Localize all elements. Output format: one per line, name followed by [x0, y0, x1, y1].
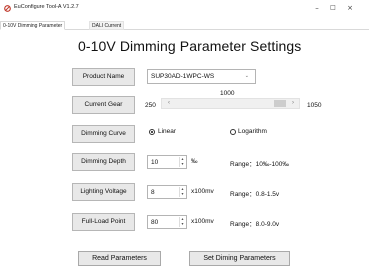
lighting-voltage-input[interactable]: 8 ▲ ▼	[147, 185, 187, 199]
dimming-depth-unit: ‰	[191, 158, 198, 165]
spin-down-icon[interactable]: ▼	[180, 162, 185, 167]
lighting-voltage-range: Range：0.8-1.5v	[230, 191, 280, 198]
dimming-curve-button[interactable]: Dimming Curve	[72, 125, 135, 143]
set-diming-parameters-button[interactable]: Set Diming Parameters	[189, 251, 290, 266]
full-load-point-unit: x100mv	[191, 218, 214, 225]
current-gear-value: 1000	[220, 90, 235, 97]
close-button[interactable]: ×	[344, 3, 356, 13]
dimming-depth-value: 10	[151, 159, 159, 166]
logarithm-radio[interactable]	[230, 129, 236, 135]
spin-down-icon[interactable]: ▼	[180, 222, 185, 227]
tab-bar: 0-10V Dimming Parameter DALI Current	[0, 19, 369, 30]
current-gear-button[interactable]: Current Gear	[72, 96, 135, 114]
dimming-depth-input[interactable]: 10 ▲ ▼	[147, 155, 187, 169]
read-parameters-button[interactable]: Read Parameters	[78, 251, 161, 266]
window-title: EuConfigure Tool-A V1.2.7	[14, 4, 79, 10]
chevron-left-icon[interactable]: ‹	[164, 99, 174, 108]
app-logo-icon	[4, 5, 11, 12]
dimming-depth-range: Range：10‰-100‰	[230, 161, 289, 168]
title-bar: EuConfigure Tool-A V1.2.7 – □ ×	[0, 0, 369, 18]
spin-arrows: ▲ ▼	[179, 157, 185, 167]
current-gear-slider[interactable]: ‹ ›	[161, 98, 300, 109]
tab-0-10v-dimming-parameter[interactable]: 0-10V Dimming Parameter	[0, 21, 66, 30]
full-load-point-range: Range：8.0-9.0v	[230, 221, 280, 228]
slider-thumb[interactable]	[274, 100, 286, 107]
linear-radio[interactable]	[149, 129, 155, 135]
current-gear-max: 1050	[307, 102, 322, 109]
chevron-right-icon[interactable]: ›	[288, 99, 298, 108]
product-select-value: SUP30AD-1WPC-WS	[151, 73, 215, 80]
tab-dali-current[interactable]: DALI Current	[89, 21, 125, 30]
product-select[interactable]: SUP30AD-1WPC-WS ⌄	[147, 69, 256, 84]
page-title: 0-10V Dimming Parameter Settings	[78, 38, 302, 54]
spin-down-icon[interactable]: ▼	[180, 192, 185, 197]
maximize-button[interactable]: □	[327, 3, 339, 13]
lighting-voltage-value: 8	[151, 189, 155, 196]
spin-arrows: ▲ ▼	[179, 217, 185, 227]
product-name-button[interactable]: Product Name	[72, 68, 135, 86]
lighting-voltage-button[interactable]: Lighting Voltage	[72, 183, 135, 201]
current-gear-min: 250	[145, 102, 156, 109]
chevron-down-icon: ⌄	[244, 73, 249, 79]
spin-arrows: ▲ ▼	[179, 187, 185, 197]
linear-label: Linear	[158, 128, 177, 135]
minimize-button[interactable]: –	[311, 3, 323, 13]
full-load-point-value: 80	[151, 219, 159, 226]
full-load-point-button[interactable]: Full-Load Point	[72, 213, 135, 231]
lighting-voltage-unit: x100mv	[191, 188, 214, 195]
dimming-depth-button[interactable]: Dimming Depth	[72, 153, 135, 171]
full-load-point-input[interactable]: 80 ▲ ▼	[147, 215, 187, 229]
logarithm-label: Logarithm	[238, 128, 267, 135]
